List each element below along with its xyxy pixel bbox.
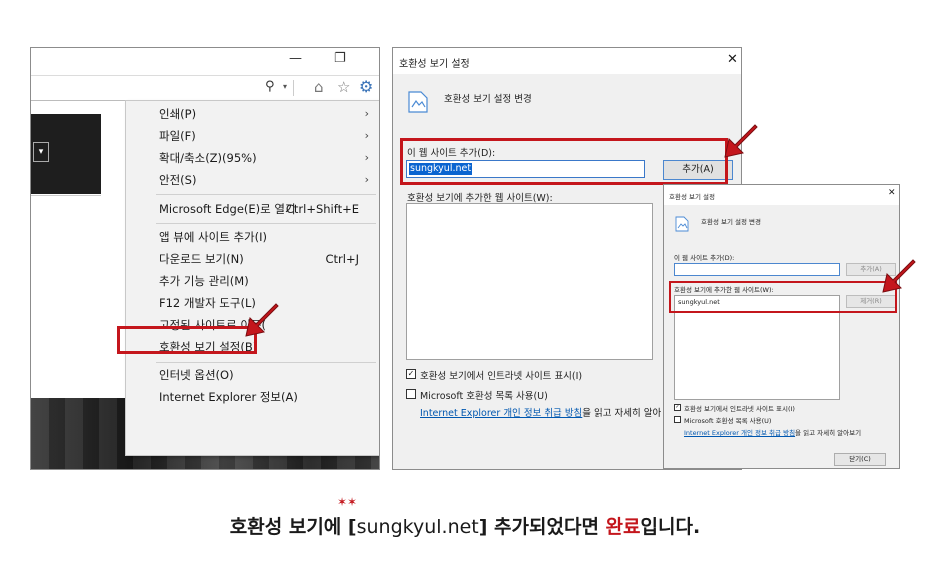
- dialog-header: 호환성 보기 설정 변경: [444, 94, 532, 105]
- compat-page-icon: [675, 216, 689, 232]
- menu-item-internet-options[interactable]: 인터넷 옵션(O): [126, 364, 379, 386]
- divider: [293, 80, 294, 96]
- chevron-right-icon: ›: [364, 129, 369, 142]
- ms-list-checkbox[interactable]: [406, 389, 416, 399]
- caption-site: sungkyul.net: [356, 516, 479, 538]
- menu-item-safety[interactable]: 안전(S) ›: [126, 169, 379, 191]
- red-arrow-icon: [245, 303, 279, 337]
- dialog-title: 호환성 보기 설정: [399, 59, 470, 70]
- compat-page-icon: [408, 91, 428, 113]
- privacy-link[interactable]: Internet Explorer 개인 정보 취급 방침: [420, 408, 582, 419]
- restore-icon[interactable]: ❐: [334, 51, 346, 66]
- intranet-checkbox[interactable]: ✓: [406, 369, 416, 379]
- ie-browser-window: — ❐ ⚲ ▾ ⌂ ☆ ⚙ ▾ 인쇄(P) › 파일(F) › 확대/축소(Z)(9…: [30, 47, 380, 470]
- red-arrow-icon: [724, 124, 758, 158]
- privacy-line: Internet Explorer 개인 정보 취급 방침을 읽고 자세히 알아…: [684, 427, 861, 437]
- address-bar[interactable]: ⚲ ▾ ⌂ ☆ ⚙: [31, 75, 379, 101]
- sparkle-icon: ✶✶: [337, 495, 358, 509]
- home-icon[interactable]: ⌂: [314, 78, 324, 96]
- chevron-right-icon: ›: [364, 107, 369, 120]
- add-site-input[interactable]: [674, 263, 840, 276]
- dialog-titlebar: 호환성 보기 설정 ✕: [393, 48, 741, 74]
- chevron-right-icon: ›: [364, 173, 369, 186]
- caption-part1: 호환성 보기에 [: [229, 516, 357, 538]
- caption-part2: ] 추가되었다면: [478, 516, 606, 538]
- privacy-line: Internet Explorer 개인 정보 취급 방침을 읽고 자세히 알아: [420, 405, 661, 419]
- menu-item-add-app-view[interactable]: 앱 뷰에 사이트 추가(I): [126, 226, 379, 248]
- dialog-header: 호환성 보기 설정 변경: [701, 218, 762, 226]
- search-icon[interactable]: ⚲: [265, 79, 275, 94]
- menu-item-open-edge[interactable]: Microsoft Edge(E)로 열기 Ctrl+Shift+E: [126, 198, 379, 220]
- close-button[interactable]: 닫기(C): [834, 453, 886, 466]
- chevron-down-icon: ▾: [33, 142, 49, 162]
- ms-list-checkbox[interactable]: [674, 416, 681, 423]
- close-icon[interactable]: ✕: [888, 188, 896, 198]
- highlight-box-add-site: [400, 138, 728, 185]
- page-dark-banner: ▾: [31, 114, 101, 194]
- dialog-title: 호환성 보기 설정: [669, 193, 715, 201]
- menu-separator: [156, 223, 376, 224]
- menu-item-manage-addons[interactable]: 추가 기능 관리(M): [126, 270, 379, 292]
- menu-separator: [156, 362, 376, 363]
- favorites-star-icon[interactable]: ☆: [337, 78, 350, 96]
- intranet-checkbox-label: 호환성 보기에서 인트라넷 사이트 표시(I): [684, 405, 795, 413]
- compat-view-dialog-result: 호환성 보기 설정 ✕ 호환성 보기 설정 변경 이 웹 사이트 추가(D): …: [663, 184, 900, 469]
- menu-item-file[interactable]: 파일(F) ›: [126, 125, 379, 147]
- added-sites-list[interactable]: [406, 203, 653, 360]
- menu-item-print[interactable]: 인쇄(P) ›: [126, 103, 379, 125]
- privacy-suffix: 을 읽고 자세히 알아: [582, 408, 662, 419]
- highlight-box-compat-settings: [117, 326, 257, 354]
- add-site-label: 이 웹 사이트 추가(D):: [674, 254, 735, 262]
- highlight-box-added-site: [669, 281, 897, 313]
- menu-item-about-ie[interactable]: Internet Explorer 정보(A): [126, 386, 379, 408]
- ms-list-checkbox-label: Microsoft 호환성 목록 사용(U): [684, 417, 772, 425]
- dialog-titlebar: 호환성 보기 설정 ✕: [664, 185, 899, 205]
- gear-icon[interactable]: ⚙: [359, 77, 373, 96]
- divider: [31, 195, 101, 196]
- tools-menu: 인쇄(P) › 파일(F) › 확대/축소(Z)(95%) › 안전(S) › Micr…: [125, 100, 379, 456]
- privacy-link[interactable]: Internet Explorer 개인 정보 취급 방침: [684, 429, 795, 437]
- caption-part3: 입니다.: [640, 516, 701, 538]
- intranet-checkbox[interactable]: ✓: [674, 404, 681, 411]
- red-arrow-icon: [882, 259, 916, 293]
- caption-highlight: 완료: [605, 516, 641, 538]
- ie-titlebar: — ❐: [31, 48, 379, 74]
- intranet-checkbox-label: 호환성 보기에서 인트라넷 사이트 표시(I): [420, 371, 583, 382]
- chevron-right-icon: ›: [364, 151, 369, 164]
- menu-separator: [156, 194, 376, 195]
- ms-list-checkbox-label: Microsoft 호환성 목록 사용(U): [420, 391, 548, 402]
- caption: 호환성 보기에 [sungkyul.net] 추가되었다면 완료입니다.: [0, 512, 930, 539]
- privacy-suffix: 을 읽고 자세히 알아보기: [795, 429, 862, 437]
- menu-item-view-downloads[interactable]: 다운로드 보기(N) Ctrl+J: [126, 248, 379, 270]
- menu-item-zoom[interactable]: 확대/축소(Z)(95%) ›: [126, 147, 379, 169]
- dropdown-caret-icon[interactable]: ▾: [283, 82, 287, 91]
- minimize-icon[interactable]: —: [289, 51, 302, 66]
- close-icon[interactable]: ✕: [727, 52, 738, 67]
- added-sites-label: 호환성 보기에 추가한 웹 사이트(W):: [407, 193, 553, 204]
